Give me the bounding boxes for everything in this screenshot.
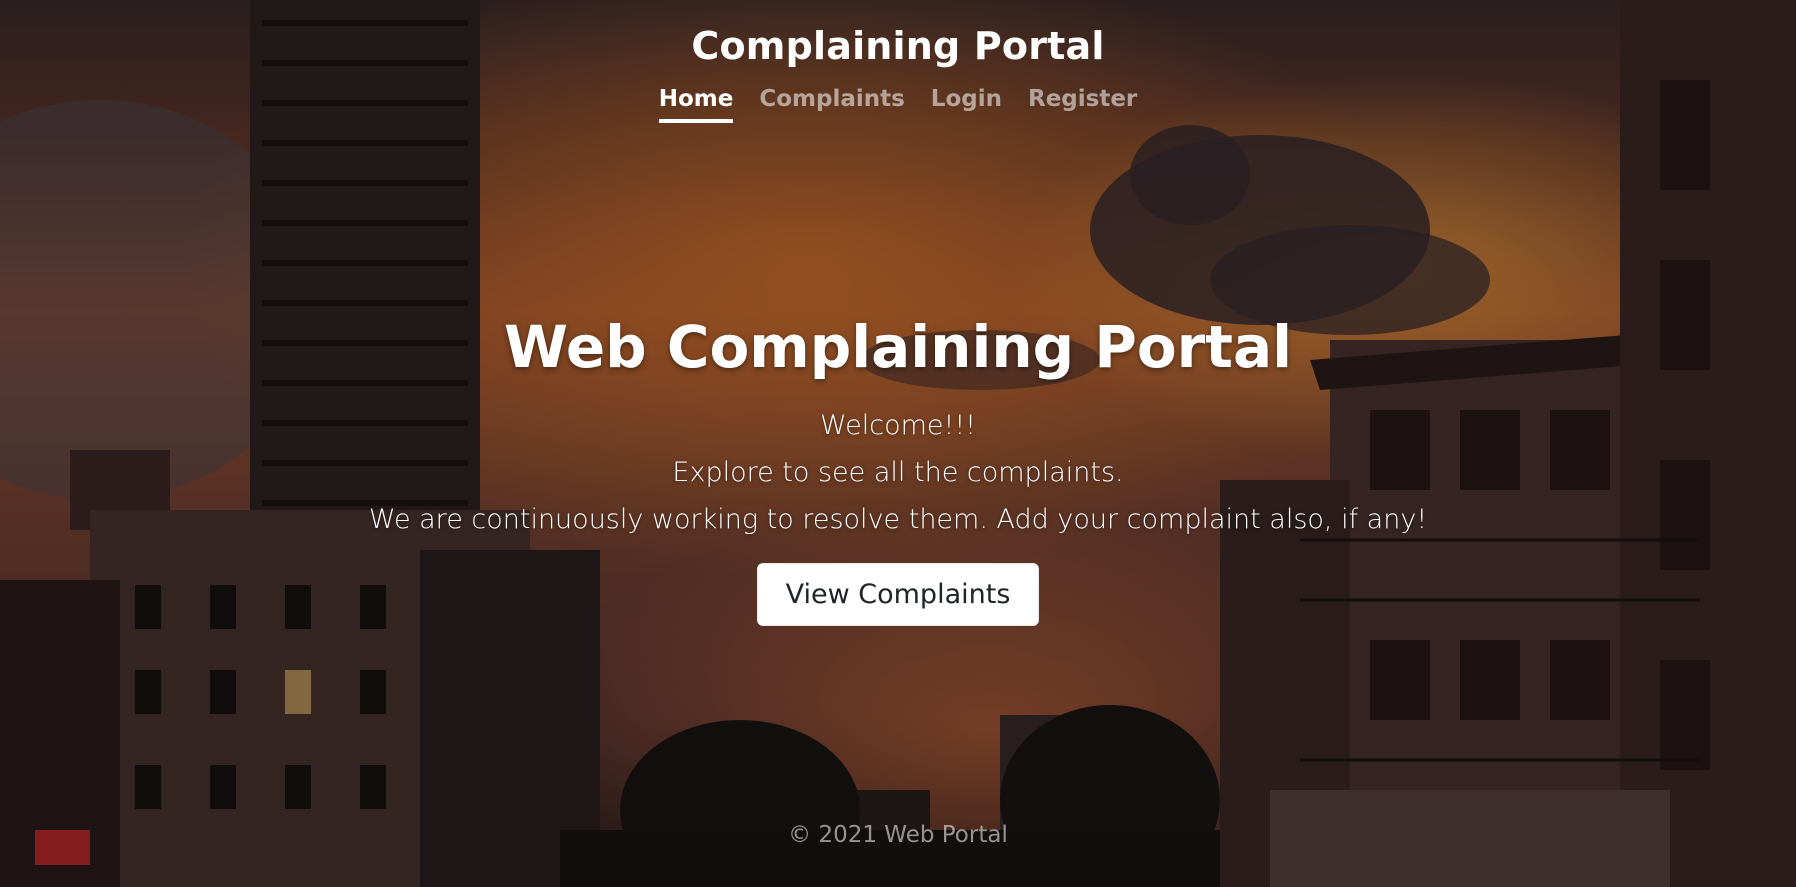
working-text: We are continuously working to resolve t… (368, 504, 1428, 535)
nav-login-link[interactable]: Login (931, 86, 1002, 123)
footer-copyright: © 2021 Web Portal (788, 822, 1008, 848)
view-complaints-button[interactable]: View Complaints (757, 563, 1039, 626)
welcome-text: Welcome!!! (820, 410, 976, 441)
hero-actions: View Complaints (0, 563, 1796, 626)
brand-title: Complaining Portal (691, 24, 1105, 68)
nav-complaints-link[interactable]: Complaints (759, 86, 904, 123)
explore-text: Explore to see all the complaints. (672, 457, 1124, 488)
hero-lead: Welcome!!! Explore to see all the compla… (0, 402, 1796, 543)
hero-title: Web Complaining Portal (503, 313, 1293, 381)
nav-home-link[interactable]: Home (658, 86, 734, 123)
nav-register-link[interactable]: Register (1028, 86, 1137, 123)
main-nav: Home Complaints Login Register (0, 86, 1796, 123)
page: Complaining Portal Home Complaints Login… (0, 0, 1796, 887)
